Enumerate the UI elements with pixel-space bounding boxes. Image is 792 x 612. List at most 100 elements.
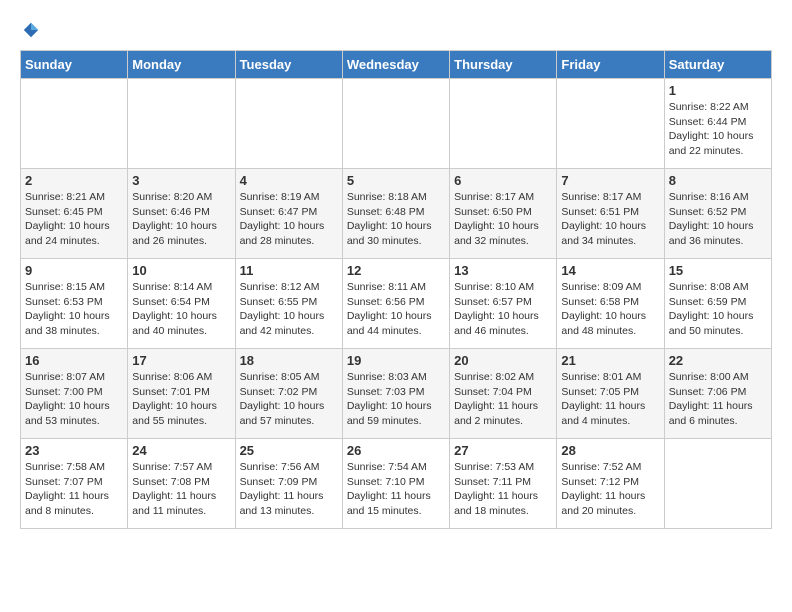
day-info: Sunrise: 8:20 AMSunset: 6:46 PMDaylight:… xyxy=(132,190,230,249)
calendar-week-row: 23 Sunrise: 7:58 AMSunset: 7:07 PMDayligh… xyxy=(21,439,772,529)
page-wrapper: SundayMondayTuesdayWednesdayThursdayFrid… xyxy=(20,20,772,529)
day-number: 16 xyxy=(25,353,123,368)
calendar-day-cell: 14 Sunrise: 8:09 AMSunset: 6:58 PMDayligh… xyxy=(557,259,664,349)
day-number: 21 xyxy=(561,353,659,368)
day-number: 28 xyxy=(561,443,659,458)
day-info: Sunrise: 7:57 AMSunset: 7:08 PMDaylight:… xyxy=(132,460,230,519)
day-info: Sunrise: 7:58 AMSunset: 7:07 PMDaylight:… xyxy=(25,460,123,519)
day-info: Sunrise: 7:54 AMSunset: 7:10 PMDaylight:… xyxy=(347,460,445,519)
day-info: Sunrise: 8:22 AMSunset: 6:44 PMDaylight:… xyxy=(669,100,767,159)
calendar-day-cell: 17Sunrise: 8:06 AMSunset: 7:01 PMDayligh… xyxy=(128,349,235,439)
calendar-day-cell xyxy=(235,79,342,169)
calendar-day-cell: 16 Sunrise: 8:07 AMSunset: 7:00 PMDayligh… xyxy=(21,349,128,439)
day-info: Sunrise: 8:08 AMSunset: 6:59 PMDaylight:… xyxy=(669,280,767,339)
calendar-day-cell: 7 Sunrise: 8:17 AMSunset: 6:51 PMDaylight… xyxy=(557,169,664,259)
day-number: 7 xyxy=(561,173,659,188)
weekday-header: Saturday xyxy=(664,51,771,79)
calendar-day-cell xyxy=(450,79,557,169)
day-info: Sunrise: 8:06 AMSunset: 7:01 PMDaylight:… xyxy=(132,370,230,429)
calendar-day-cell xyxy=(557,79,664,169)
day-number: 18 xyxy=(240,353,338,368)
day-number: 26 xyxy=(347,443,445,458)
day-number: 23 xyxy=(25,443,123,458)
calendar-week-row: 2 Sunrise: 8:21 AMSunset: 6:45 PMDaylight… xyxy=(21,169,772,259)
day-info: Sunrise: 8:09 AMSunset: 6:58 PMDaylight:… xyxy=(561,280,659,339)
calendar-day-cell: 12 Sunrise: 8:11 AMSunset: 6:56 PMDayligh… xyxy=(342,259,449,349)
day-info: Sunrise: 7:56 AMSunset: 7:09 PMDaylight:… xyxy=(240,460,338,519)
calendar-day-cell: 10 Sunrise: 8:14 AMSunset: 6:54 PMDayligh… xyxy=(128,259,235,349)
day-number: 2 xyxy=(25,173,123,188)
calendar: SundayMondayTuesdayWednesdayThursdayFrid… xyxy=(20,50,772,529)
weekday-header: Sunday xyxy=(21,51,128,79)
day-info: Sunrise: 8:19 AMSunset: 6:47 PMDaylight:… xyxy=(240,190,338,249)
day-info: Sunrise: 8:00 AMSunset: 7:06 PMDaylight:… xyxy=(669,370,767,429)
day-info: Sunrise: 8:17 AMSunset: 6:50 PMDaylight:… xyxy=(454,190,552,249)
day-number: 8 xyxy=(669,173,767,188)
day-info: Sunrise: 8:21 AMSunset: 6:45 PMDaylight:… xyxy=(25,190,123,249)
day-info: Sunrise: 8:18 AMSunset: 6:48 PMDaylight:… xyxy=(347,190,445,249)
weekday-header: Friday xyxy=(557,51,664,79)
calendar-day-cell: 22 Sunrise: 8:00 AMSunset: 7:06 PMDayligh… xyxy=(664,349,771,439)
calendar-day-cell xyxy=(21,79,128,169)
calendar-day-cell xyxy=(664,439,771,529)
weekday-header: Wednesday xyxy=(342,51,449,79)
logo-icon xyxy=(22,21,40,39)
day-number: 13 xyxy=(454,263,552,278)
calendar-header-row: SundayMondayTuesdayWednesdayThursdayFrid… xyxy=(21,51,772,79)
calendar-week-row: 1Sunrise: 8:22 AMSunset: 6:44 PMDaylight… xyxy=(21,79,772,169)
calendar-day-cell: 21 Sunrise: 8:01 AMSunset: 7:05 PMDayligh… xyxy=(557,349,664,439)
day-number: 6 xyxy=(454,173,552,188)
day-info: Sunrise: 8:02 AMSunset: 7:04 PMDaylight:… xyxy=(454,370,552,429)
calendar-day-cell: 26 Sunrise: 7:54 AMSunset: 7:10 PMDayligh… xyxy=(342,439,449,529)
calendar-day-cell: 8 Sunrise: 8:16 AMSunset: 6:52 PMDaylight… xyxy=(664,169,771,259)
calendar-day-cell: 27 Sunrise: 7:53 AMSunset: 7:11 PMDayligh… xyxy=(450,439,557,529)
day-info: Sunrise: 8:10 AMSunset: 6:57 PMDaylight:… xyxy=(454,280,552,339)
calendar-day-cell: 28 Sunrise: 7:52 AMSunset: 7:12 PMDayligh… xyxy=(557,439,664,529)
calendar-day-cell: 1Sunrise: 8:22 AMSunset: 6:44 PMDaylight… xyxy=(664,79,771,169)
day-info: Sunrise: 7:53 AMSunset: 7:11 PMDaylight:… xyxy=(454,460,552,519)
calendar-day-cell: 23 Sunrise: 7:58 AMSunset: 7:07 PMDayligh… xyxy=(21,439,128,529)
day-number: 11 xyxy=(240,263,338,278)
day-info: Sunrise: 8:16 AMSunset: 6:52 PMDaylight:… xyxy=(669,190,767,249)
calendar-week-row: 9 Sunrise: 8:15 AMSunset: 6:53 PMDaylight… xyxy=(21,259,772,349)
weekday-header: Thursday xyxy=(450,51,557,79)
day-number: 4 xyxy=(240,173,338,188)
day-info: Sunrise: 8:11 AMSunset: 6:56 PMDaylight:… xyxy=(347,280,445,339)
day-info: Sunrise: 8:07 AMSunset: 7:00 PMDaylight:… xyxy=(25,370,123,429)
day-number: 14 xyxy=(561,263,659,278)
calendar-day-cell: 15 Sunrise: 8:08 AMSunset: 6:59 PMDayligh… xyxy=(664,259,771,349)
calendar-day-cell: 13 Sunrise: 8:10 AMSunset: 6:57 PMDayligh… xyxy=(450,259,557,349)
day-number: 22 xyxy=(669,353,767,368)
day-number: 25 xyxy=(240,443,338,458)
day-info: Sunrise: 7:52 AMSunset: 7:12 PMDaylight:… xyxy=(561,460,659,519)
day-number: 12 xyxy=(347,263,445,278)
day-number: 10 xyxy=(132,263,230,278)
calendar-day-cell xyxy=(342,79,449,169)
logo xyxy=(20,20,772,40)
day-number: 24 xyxy=(132,443,230,458)
day-info: Sunrise: 8:12 AMSunset: 6:55 PMDaylight:… xyxy=(240,280,338,339)
day-number: 27 xyxy=(454,443,552,458)
calendar-day-cell: 4 Sunrise: 8:19 AMSunset: 6:47 PMDaylight… xyxy=(235,169,342,259)
day-number: 5 xyxy=(347,173,445,188)
day-info: Sunrise: 8:01 AMSunset: 7:05 PMDaylight:… xyxy=(561,370,659,429)
calendar-day-cell: 19Sunrise: 8:03 AMSunset: 7:03 PMDayligh… xyxy=(342,349,449,439)
day-info: Sunrise: 8:14 AMSunset: 6:54 PMDaylight:… xyxy=(132,280,230,339)
day-number: 20 xyxy=(454,353,552,368)
day-info: Sunrise: 8:15 AMSunset: 6:53 PMDaylight:… xyxy=(25,280,123,339)
calendar-week-row: 16 Sunrise: 8:07 AMSunset: 7:00 PMDayligh… xyxy=(21,349,772,439)
calendar-day-cell: 20 Sunrise: 8:02 AMSunset: 7:04 PMDayligh… xyxy=(450,349,557,439)
day-number: 15 xyxy=(669,263,767,278)
day-info: Sunrise: 8:03 AMSunset: 7:03 PMDaylight:… xyxy=(347,370,445,429)
calendar-day-cell: 3Sunrise: 8:20 AMSunset: 6:46 PMDaylight… xyxy=(128,169,235,259)
calendar-day-cell: 6 Sunrise: 8:17 AMSunset: 6:50 PMDaylight… xyxy=(450,169,557,259)
calendar-day-cell: 25 Sunrise: 7:56 AMSunset: 7:09 PMDayligh… xyxy=(235,439,342,529)
calendar-day-cell: 2 Sunrise: 8:21 AMSunset: 6:45 PMDaylight… xyxy=(21,169,128,259)
calendar-day-cell: 18 Sunrise: 8:05 AMSunset: 7:02 PMDayligh… xyxy=(235,349,342,439)
calendar-day-cell: 11 Sunrise: 8:12 AMSunset: 6:55 PMDayligh… xyxy=(235,259,342,349)
calendar-day-cell: 5 Sunrise: 8:18 AMSunset: 6:48 PMDaylight… xyxy=(342,169,449,259)
day-info: Sunrise: 8:17 AMSunset: 6:51 PMDaylight:… xyxy=(561,190,659,249)
day-number: 9 xyxy=(25,263,123,278)
calendar-day-cell: 24 Sunrise: 7:57 AMSunset: 7:08 PMDayligh… xyxy=(128,439,235,529)
day-info: Sunrise: 8:05 AMSunset: 7:02 PMDaylight:… xyxy=(240,370,338,429)
